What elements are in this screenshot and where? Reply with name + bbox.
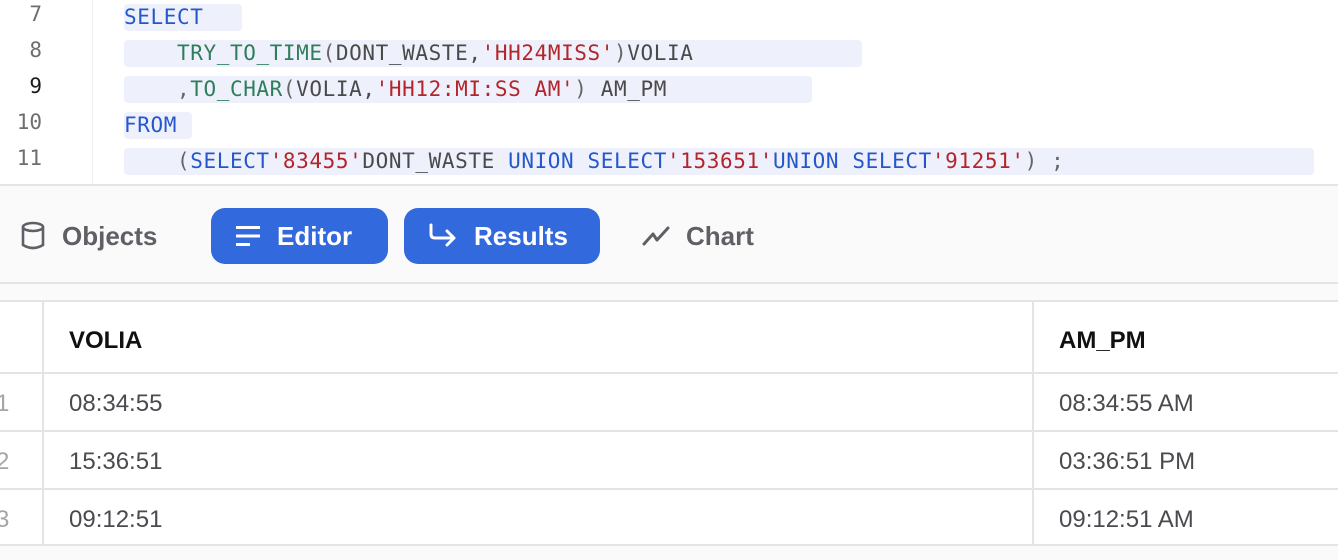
code-token-ident: VOLIA, [296, 77, 376, 101]
row-number: 3 [0, 506, 10, 533]
tab-objects-label: Objects [62, 220, 158, 251]
code-token-kw: UNION SELECT [508, 149, 667, 173]
view-toolbar: Objects Editor Results Chart [0, 188, 1338, 284]
sql-editor[interactable]: 7 8 9 10 11 SELECT TRY_TO_TIME(DONT_WAST… [0, 0, 1338, 186]
cell-am-pm[interactable]: 03:36:51 PM [1059, 448, 1195, 476]
arrow-turn-right-icon [429, 223, 456, 247]
code-token-str: '91251' [931, 149, 1025, 173]
line-number-gutter: 7 8 9 10 11 [0, 0, 93, 184]
code-token-punc: ) [574, 77, 588, 101]
code-token-kw: FROM [124, 113, 177, 137]
code-token-ident: VOLIA [627, 41, 694, 65]
line-number: 10 [16, 110, 42, 134]
code-line[interactable]: ,TO_CHAR(VOLIA,'HH12:MI:SS AM') AM_PM [124, 76, 667, 102]
cell-volia[interactable]: 09:12:51 [69, 506, 162, 534]
tab-chart-label: Chart [686, 220, 754, 251]
tab-results-label: Results [474, 220, 568, 251]
row-number: 1 [0, 390, 10, 417]
code-token-punc: , [124, 77, 191, 101]
line-number: 8 [29, 38, 42, 62]
code-token-punc: ( [322, 41, 336, 65]
database-icon [21, 221, 45, 250]
table-row[interactable]: 2 15:36:51 03:36:51 PM [0, 432, 1338, 490]
code-token-kw: SELECT [124, 5, 204, 29]
code-line[interactable]: FROM [124, 112, 177, 138]
table-row[interactable]: 3 09:12:51 09:12:51 AM [0, 490, 1338, 546]
table-row[interactable]: 1 08:34:55 08:34:55 AM [0, 374, 1338, 432]
line-chart-icon [642, 226, 670, 246]
lines-icon [236, 226, 260, 246]
tab-chart[interactable]: Chart [642, 208, 754, 264]
cell-volia[interactable]: 15:36:51 [69, 448, 162, 476]
tab-editor[interactable]: Editor [211, 208, 388, 264]
results-table: VOLIA AM_PM 1 08:34:55 08:34:55 AM 2 15:… [0, 300, 1338, 546]
code-token-ident: AM_PM [587, 77, 668, 101]
code-token-ident: DONT_WASTE, [335, 41, 482, 65]
column-header-volia[interactable]: VOLIA [69, 327, 142, 355]
header-row: VOLIA AM_PM [0, 302, 1338, 374]
row-number: 2 [0, 448, 10, 475]
code-token-kw: SELECT [190, 149, 270, 173]
code-line[interactable]: SELECT [124, 4, 203, 30]
line-number: 7 [29, 2, 42, 26]
code-token-punc: ( [282, 77, 297, 101]
code-line[interactable]: TRY_TO_TIME(DONT_WASTE,'HH24MISS')VOLIA [124, 40, 694, 66]
code-token-str: 'HH24MISS' [481, 41, 615, 65]
code-token-str: '83455' [269, 149, 363, 173]
cell-volia[interactable]: 08:34:55 [69, 390, 162, 418]
code-token-str: '153651' [667, 149, 773, 173]
cell-am-pm[interactable]: 08:34:55 AM [1059, 390, 1194, 418]
code-token-fn: TRY_TO_TIME [176, 41, 323, 65]
code-token-ident [124, 41, 177, 65]
code-line[interactable]: (SELECT'83455'DONT_WASTE UNION SELECT'15… [124, 148, 1064, 174]
code-token-kw: UNION SELECT [772, 149, 932, 173]
cell-am-pm[interactable]: 09:12:51 AM [1059, 506, 1194, 534]
code-token-punc: ( [124, 149, 191, 173]
code-token-str: 'HH12:MI:SS AM' [375, 77, 575, 101]
column-header-am-pm[interactable]: AM_PM [1059, 327, 1146, 355]
code-token-fn: TO_CHAR [190, 77, 283, 101]
tab-objects[interactable]: Objects [20, 208, 157, 264]
tab-results[interactable]: Results [404, 208, 600, 264]
line-number: 11 [16, 146, 42, 170]
code-token-punc: ) ; [1024, 149, 1065, 173]
code-token-ident: DONT_WASTE [362, 149, 509, 173]
line-number-active: 9 [29, 74, 42, 98]
tab-editor-label: Editor [277, 220, 353, 251]
code-token-punc: ) [614, 41, 628, 65]
